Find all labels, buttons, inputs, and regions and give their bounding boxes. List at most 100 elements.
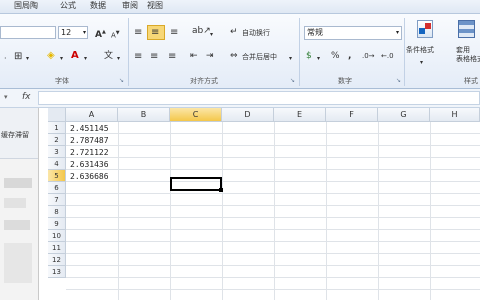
cell-a3[interactable]: 2.721122 <box>70 147 109 159</box>
font-size-select[interactable]: 12 ▾ <box>58 26 88 39</box>
column-header-d[interactable]: D <box>222 108 274 122</box>
row-header-13[interactable]: 13 <box>48 266 66 278</box>
formula-input[interactable] <box>38 91 480 105</box>
align-left-icon[interactable]: ≡ <box>134 52 142 62</box>
table-format-button[interactable]: 套用 表格格式 <box>456 46 480 64</box>
row-header-1[interactable]: 1 <box>48 122 66 134</box>
grow-font-label: A <box>95 30 102 40</box>
conditional-format-icon[interactable] <box>414 17 434 39</box>
chevron-down-icon[interactable]: ▾ <box>117 54 120 63</box>
cell-a4[interactable]: 2.631436 <box>70 159 109 171</box>
row-header-11[interactable]: 11 <box>48 242 66 254</box>
grow-font-icon[interactable]: A▲ <box>95 28 106 40</box>
row-header-7[interactable]: 7 <box>48 194 66 206</box>
borders-icon[interactable]: ⊞ <box>14 52 22 62</box>
side-pane-label: 缓存滞留 <box>1 131 29 139</box>
chevron-down-icon[interactable]: ▾ <box>317 54 320 63</box>
side-pane: 缓存滞留 <box>0 108 39 300</box>
font-name-select[interactable] <box>0 26 56 39</box>
font-color-icon[interactable]: A <box>71 51 79 61</box>
number-format-select[interactable]: 常规 ▾ <box>304 26 402 40</box>
merge-center-icon[interactable]: ⇔ <box>230 52 238 61</box>
phonetic-icon[interactable]: 文 <box>104 52 113 61</box>
increase-decimal-icon[interactable]: .0→ <box>362 52 375 61</box>
blurred-item <box>4 198 26 208</box>
fill-handle[interactable] <box>219 188 223 192</box>
align-top-icon[interactable]: ≡ <box>134 28 142 38</box>
group-divider <box>404 18 405 86</box>
cell-a2[interactable]: 2.787487 <box>70 135 109 147</box>
font-dialog-launcher-icon[interactable]: ↘ <box>119 77 124 84</box>
row-header-2[interactable]: 2 <box>48 134 66 146</box>
blue-square-icon <box>419 28 425 34</box>
group-label-styles: 样式 <box>464 77 478 85</box>
row-header-8[interactable]: 8 <box>48 206 66 218</box>
chevron-down-icon[interactable]: ▾ <box>289 54 292 63</box>
align-bottom-icon[interactable]: ≡ <box>170 28 178 38</box>
cell-grid <box>66 122 480 300</box>
tab-page-layout[interactable]: 国局陶 <box>14 0 38 11</box>
blurred-item <box>4 220 30 230</box>
column-header-e[interactable]: E <box>274 108 326 122</box>
row-header-6[interactable]: 6 <box>48 182 66 194</box>
number-format-value: 常规 <box>307 28 323 37</box>
chevron-down-icon[interactable]: ▾ <box>84 54 87 63</box>
table-format-icon[interactable] <box>455 17 475 39</box>
row-header-5[interactable]: 5 <box>48 170 66 182</box>
group-label-alignment: 对齐方式 <box>190 77 218 85</box>
percent-button[interactable]: % <box>331 52 340 61</box>
tab-review[interactable]: 审阅 <box>122 0 138 11</box>
decrease-decimal-icon[interactable]: ←.0 <box>381 52 394 61</box>
tab-formulas[interactable]: 公式 <box>60 0 76 11</box>
alignment-dialog-launcher-icon[interactable]: ↘ <box>290 77 295 84</box>
align-right-icon[interactable]: ≡ <box>168 52 176 62</box>
row-header-3[interactable]: 3 <box>48 146 66 158</box>
grid-lines <box>66 122 480 300</box>
table-icon <box>458 20 475 38</box>
tab-view[interactable]: 视图 <box>147 0 163 11</box>
row-header-4[interactable]: 4 <box>48 158 66 170</box>
insert-function-button[interactable]: fx <box>22 92 31 102</box>
blurred-item <box>4 178 32 188</box>
column-header-h[interactable]: H <box>430 108 480 122</box>
shrink-font-icon[interactable]: A▼ <box>111 29 120 40</box>
conditional-format-button[interactable]: 条件格式 <box>406 46 434 55</box>
currency-icon[interactable]: $ <box>306 52 312 61</box>
align-middle-icon: ≡ <box>151 27 160 38</box>
chevron-down-icon[interactable]: ▾ <box>60 54 63 63</box>
cell-a1[interactable]: 2.451145 <box>70 123 109 135</box>
decrease-indent-icon[interactable]: ⇤ <box>190 52 198 61</box>
chevron-down-icon[interactable]: ▾ <box>4 93 8 101</box>
column-header-b[interactable]: B <box>118 108 170 122</box>
wrap-text-button[interactable]: 自动换行 <box>242 29 270 38</box>
align-middle-button[interactable]: ≡ <box>147 25 165 40</box>
number-dialog-launcher-icon[interactable]: ↘ <box>396 77 401 84</box>
red-square-icon <box>425 23 431 29</box>
chevron-down-icon[interactable]: ▾ <box>210 30 213 39</box>
row-header-9[interactable]: 9 <box>48 218 66 230</box>
align-center-icon[interactable]: ≡ <box>150 52 158 62</box>
column-header-a[interactable]: A <box>66 108 118 122</box>
chevron-down-icon[interactable]: ▾ <box>26 54 29 63</box>
wrap-text-icon[interactable]: ↵ <box>230 28 238 37</box>
row-header-10[interactable]: 10 <box>48 230 66 242</box>
blurred-item <box>4 243 32 283</box>
ribbon-tab-bar: 国局陶 公式 数据 审阅 视图 <box>0 0 480 14</box>
row-header-12[interactable]: 12 <box>48 254 66 266</box>
group-label-number: 数字 <box>338 77 352 85</box>
select-all-button[interactable] <box>48 108 66 122</box>
more-icon[interactable]: · <box>4 54 7 63</box>
active-cell-c5[interactable] <box>170 177 222 191</box>
chevron-down-icon[interactable]: ▾ <box>420 58 423 67</box>
group-label-font: 字体 <box>55 77 69 85</box>
tab-data[interactable]: 数据 <box>90 0 106 11</box>
column-header-g[interactable]: G <box>378 108 430 122</box>
comma-button[interactable]: , <box>348 52 351 61</box>
column-header-c[interactable]: C <box>170 108 222 122</box>
increase-indent-icon[interactable]: ⇥ <box>206 52 214 61</box>
merge-center-button[interactable]: 合并后居中 <box>242 53 277 62</box>
cell-a5[interactable]: 2.636686 <box>70 171 109 183</box>
fill-color-icon[interactable]: ◈ <box>47 51 55 61</box>
orientation-icon[interactable]: ab↗ <box>192 27 211 36</box>
column-header-f[interactable]: F <box>326 108 378 122</box>
